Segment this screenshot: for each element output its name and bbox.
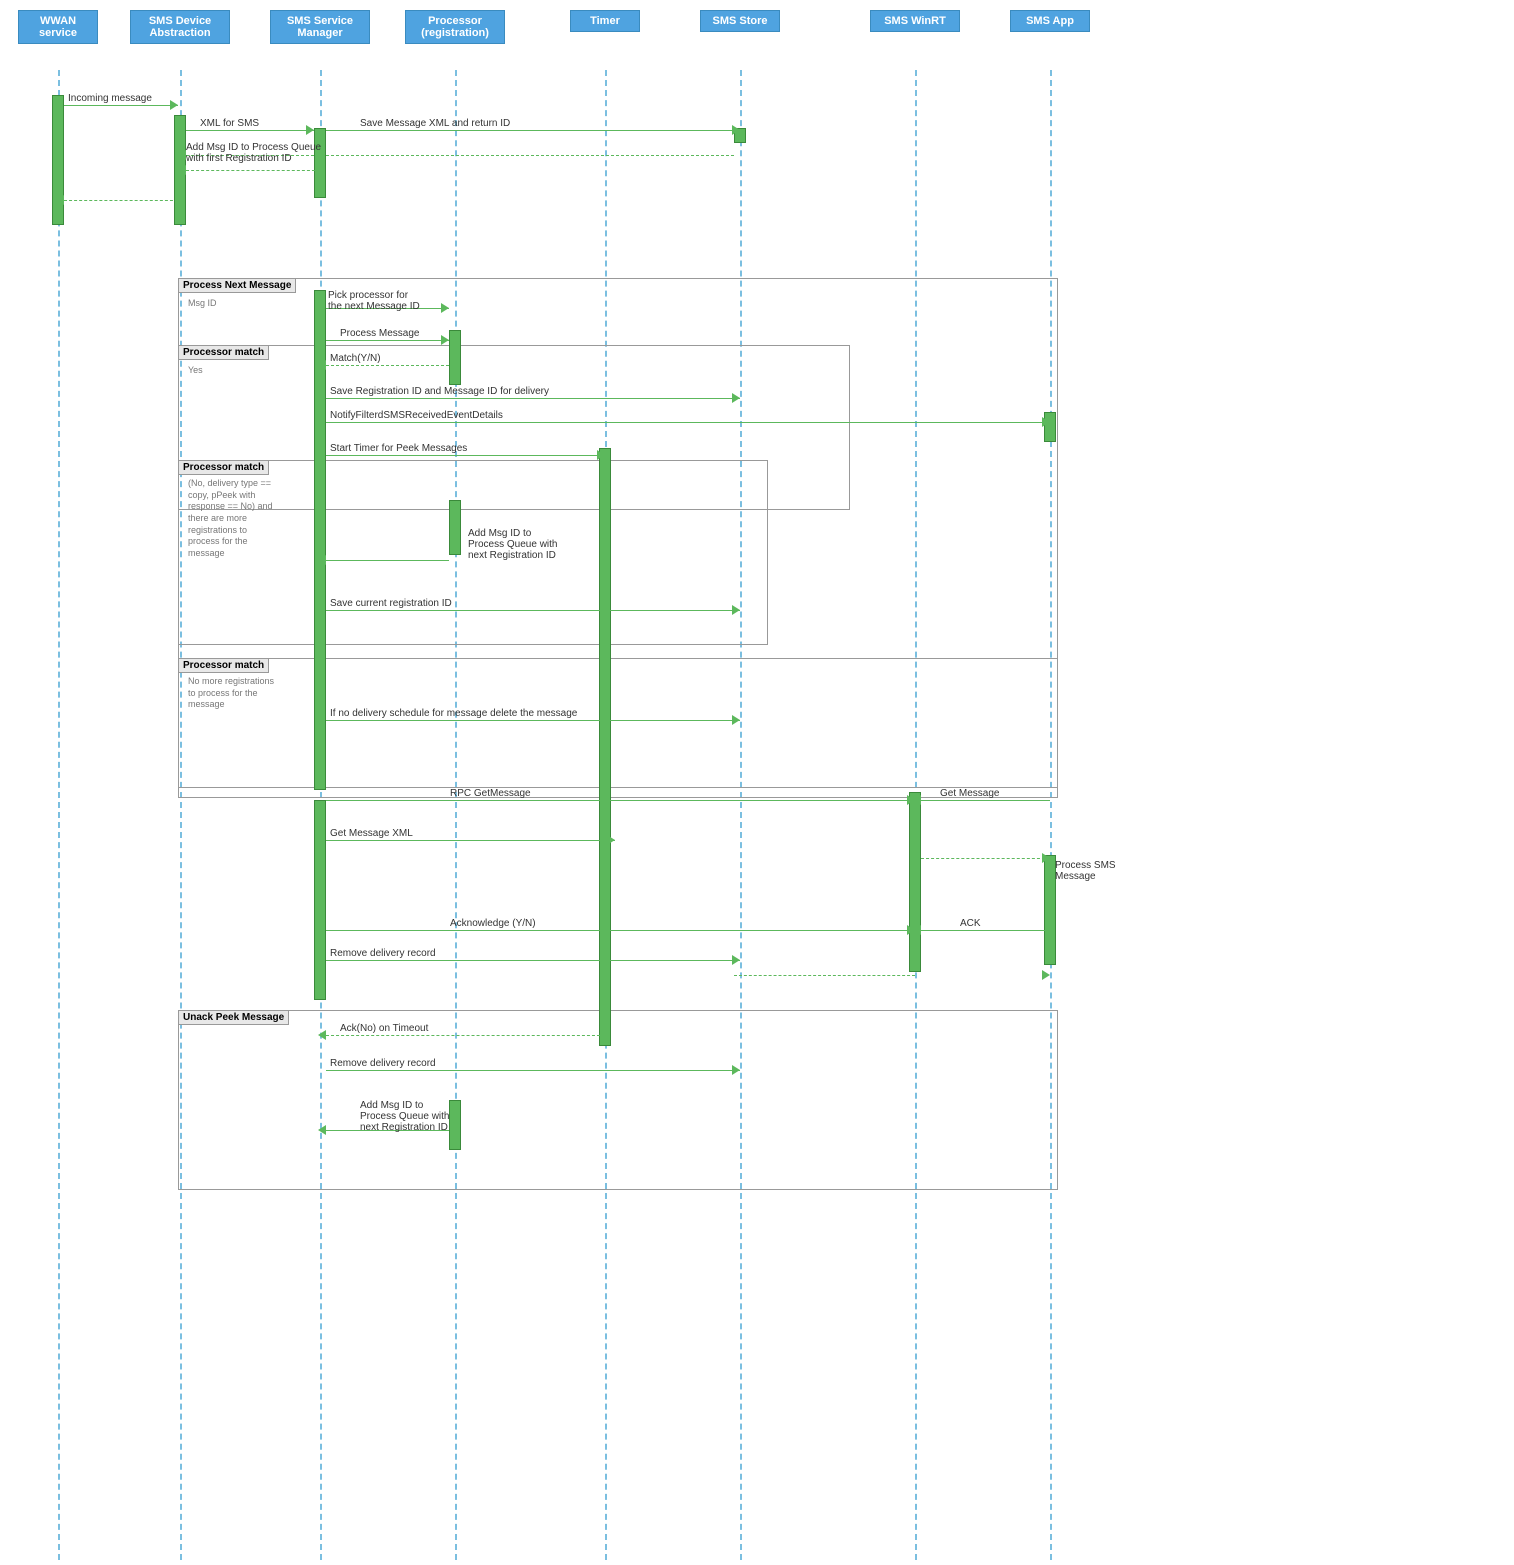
arrowhead-xml-sms <box>306 125 314 135</box>
frame-label-no: Processor match <box>178 460 269 475</box>
arrow-if-no-delivery <box>326 720 740 721</box>
activation-timer-1 <box>599 448 611 1046</box>
arrowhead-winrt-return <box>1042 970 1050 980</box>
activation-wwan-1 <box>52 95 64 225</box>
arrowhead-save-msg-xml <box>732 125 740 135</box>
frame-label-process-next: Process Next Message <box>178 278 296 293</box>
arrowhead-remove-delivery-2 <box>732 1065 740 1075</box>
arrowhead-notify <box>1042 417 1050 427</box>
arrow-timer-return <box>921 858 1050 859</box>
arrow-notify <box>326 422 1050 423</box>
frame-sublabel-process-next: Msg ID <box>188 298 217 308</box>
arrowhead-ack <box>913 925 921 935</box>
arrow-process-msg <box>326 340 449 341</box>
arrow-ack-timeout <box>326 1035 605 1036</box>
label-add-next-reg-2: Add Msg ID to Process Queue with next Re… <box>360 1100 450 1133</box>
arrow-remove-delivery-2 <box>326 1070 740 1071</box>
arrow-get-msg-xml <box>326 840 615 841</box>
actor-sms-store: SMS Store <box>700 10 780 32</box>
arrowhead-add-next-reg-2 <box>318 1125 326 1135</box>
label-save-msg-xml: Save Message XML and return ID <box>360 118 510 129</box>
arrow-add-next-reg <box>326 560 449 561</box>
arrow-save-reg-id <box>326 398 740 399</box>
actor-sms-winrt: SMS WinRT <box>870 10 960 32</box>
arrow-incoming-msg <box>64 105 178 106</box>
label-add-msgid: Add Msg ID to Process Queue with first R… <box>186 142 321 164</box>
label-rpc-getmsg: RPC GetMessage <box>450 788 531 799</box>
activation-sms-service-3 <box>314 800 326 1000</box>
arrowhead-process-msg <box>441 335 449 345</box>
arrowhead-add-msgid <box>178 165 186 175</box>
arrowhead-start-timer <box>597 450 605 460</box>
label-process-msg: Process Message <box>340 328 419 339</box>
label-if-no-delivery: If no delivery schedule for message dele… <box>330 708 577 719</box>
arrowhead-save-reg-id <box>732 393 740 403</box>
arrowhead-return-id <box>178 150 186 160</box>
arrow-get-message <box>921 800 1050 801</box>
arrow-rpc-getmsg <box>326 800 915 801</box>
label-remove-delivery: Remove delivery record <box>330 948 436 959</box>
arrowhead-match <box>318 360 326 370</box>
label-start-timer: Start Timer for Peek Messages <box>330 443 467 454</box>
diagram-container: WWAN service SMS Device Abstraction SMS … <box>0 0 1514 1565</box>
activation-processor-1 <box>449 330 461 385</box>
label-match: Match(Y/N) <box>330 353 381 364</box>
arrow-save-msg-xml <box>326 130 740 131</box>
arrow-xml-sms <box>186 130 314 131</box>
arrow-acknowledge <box>326 930 915 931</box>
arrow-add-msgid <box>186 170 320 171</box>
arrow-start-timer <box>326 455 605 456</box>
activation-processor-3 <box>449 1100 461 1150</box>
activation-processor-2 <box>449 500 461 555</box>
frame-sublabel-yes: Yes <box>188 365 203 375</box>
label-pick-processor: Pick processor for the next Message ID <box>328 290 420 312</box>
arrow-winrt-return <box>734 975 915 976</box>
arrowhead-get-message <box>913 795 921 805</box>
arrowhead-if-no-delivery <box>732 715 740 725</box>
frame-processor-match-nomore <box>178 658 1058 788</box>
arrowhead-incoming-msg <box>170 100 178 110</box>
label-save-current-reg: Save current registration ID <box>330 598 452 609</box>
label-acknowledge: Acknowledge (Y/N) <box>450 918 536 929</box>
label-add-next-reg: Add Msg ID to Process Queue with next Re… <box>468 528 558 561</box>
frame-sublabel-nomore: No more registrations to process for the… <box>188 676 274 711</box>
label-ack-timeout: Ack(No) on Timeout <box>340 1023 428 1034</box>
actor-processor: Processor (registration) <box>405 10 505 44</box>
label-notify: NotifyFilterdSMSReceivedEventDetails <box>330 410 503 421</box>
arrow-remove-delivery <box>326 960 740 961</box>
arrow-save-current-reg <box>326 610 740 611</box>
actor-sms-app: SMS App <box>1010 10 1090 32</box>
arrowhead-save-current-reg <box>732 605 740 615</box>
actor-sms-service: SMS Service Manager <box>270 10 370 44</box>
label-xml-sms: XML for SMS <box>200 118 259 129</box>
label-remove-delivery-2: Remove delivery record <box>330 1058 436 1069</box>
arrowhead-pick-processor <box>441 303 449 313</box>
label-save-reg-id: Save Registration ID and Message ID for … <box>330 386 549 397</box>
frame-label-unack: Unack Peek Message <box>178 1010 289 1025</box>
arrow-return-wwan <box>64 200 178 201</box>
arrowhead-add-next-reg <box>318 555 326 565</box>
label-process-sms-msg: Process SMS Message <box>1055 860 1116 882</box>
label-incoming-msg: Incoming message <box>68 93 152 104</box>
frame-sublabel-no: (No, delivery type == copy, pPeek with r… <box>188 478 273 560</box>
arrow-match <box>326 365 449 366</box>
actor-wwan: WWAN service <box>18 10 98 44</box>
activation-sms-winrt-1 <box>909 792 921 972</box>
label-ack: ACK <box>960 918 981 929</box>
arrowhead-get-msg-xml <box>607 835 615 845</box>
actor-timer: Timer <box>570 10 640 32</box>
actor-sms-device: SMS Device Abstraction <box>130 10 230 44</box>
frame-unack-peek <box>178 1010 1058 1190</box>
frame-label-yes: Processor match <box>178 345 269 360</box>
frame-label-nomore: Processor match <box>178 658 269 673</box>
label-get-message: Get Message <box>940 788 999 799</box>
arrowhead-remove-delivery <box>732 955 740 965</box>
arrowhead-timer-return <box>1042 853 1050 863</box>
label-get-msg-xml: Get Message XML <box>330 828 413 839</box>
arrow-ack <box>921 930 1050 931</box>
lifeline-wwan <box>58 70 60 1560</box>
arrowhead-return-wwan <box>56 195 64 205</box>
arrowhead-ack-timeout <box>318 1030 326 1040</box>
